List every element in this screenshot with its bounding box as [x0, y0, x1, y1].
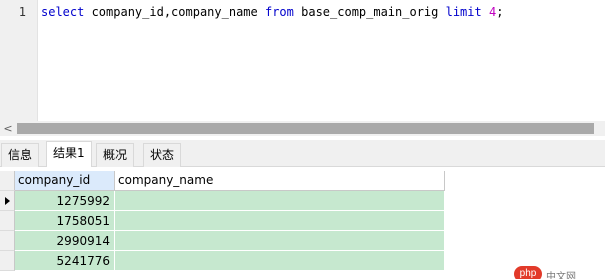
- cell-company-id[interactable]: 2990914: [15, 231, 115, 251]
- result-panel: company_id company_name 1275992 1758051 …: [0, 167, 605, 279]
- keyword-from: from: [264, 5, 294, 19]
- columns-text: company_id,company_name: [84, 5, 265, 19]
- table-row[interactable]: 1275992: [0, 191, 445, 211]
- space-text: [482, 5, 489, 19]
- current-row-arrow-icon: [5, 197, 10, 205]
- cell-company-id[interactable]: 1758051: [15, 211, 115, 231]
- horizontal-scrollbar[interactable]: <: [0, 121, 605, 136]
- keyword-limit: limit: [445, 5, 482, 19]
- table-text: base_comp_main_orig: [293, 5, 446, 19]
- scroll-left-icon[interactable]: <: [0, 121, 16, 136]
- row-indicator[interactable]: [0, 231, 15, 251]
- sql-editor[interactable]: 1 select company_id,company_name from ba…: [0, 0, 605, 121]
- watermark-site-text: 中文网: [546, 272, 576, 279]
- grid-header-row: company_id company_name: [0, 171, 445, 191]
- scrollbar-thumb[interactable]: [17, 123, 594, 134]
- sql-code-line[interactable]: select company_id,company_name from base…: [41, 5, 503, 19]
- header-corner: [0, 171, 15, 191]
- column-header-company-id[interactable]: company_id: [15, 171, 115, 191]
- keyword-select: select: [41, 5, 85, 19]
- line-number-gutter: 1: [0, 0, 38, 121]
- row-indicator[interactable]: [0, 191, 15, 211]
- cell-company-name[interactable]: [115, 251, 445, 271]
- watermark-logo: php: [514, 266, 542, 279]
- row-indicator[interactable]: [0, 211, 15, 231]
- line-number: 1: [18, 5, 26, 19]
- column-header-company-name[interactable]: company_name: [115, 171, 445, 191]
- cell-company-id[interactable]: 5241776: [15, 251, 115, 271]
- statement-end: ;: [496, 5, 504, 19]
- result-tab-bar: 信息 结果1 概况 状态: [0, 140, 605, 168]
- tab-result1[interactable]: 结果1: [46, 141, 92, 168]
- tab-status[interactable]: 状态: [143, 143, 182, 167]
- table-row[interactable]: 1758051: [0, 211, 445, 231]
- cell-company-name[interactable]: [115, 211, 445, 231]
- cell-company-name[interactable]: [115, 191, 445, 211]
- cell-company-id[interactable]: 1275992: [15, 191, 115, 211]
- table-row[interactable]: 5241776: [0, 251, 445, 271]
- tab-info[interactable]: 信息: [1, 143, 40, 167]
- cell-company-name[interactable]: [115, 231, 445, 251]
- table-row[interactable]: 2990914: [0, 231, 445, 251]
- row-indicator[interactable]: [0, 251, 15, 271]
- tab-overview[interactable]: 概况: [96, 143, 135, 167]
